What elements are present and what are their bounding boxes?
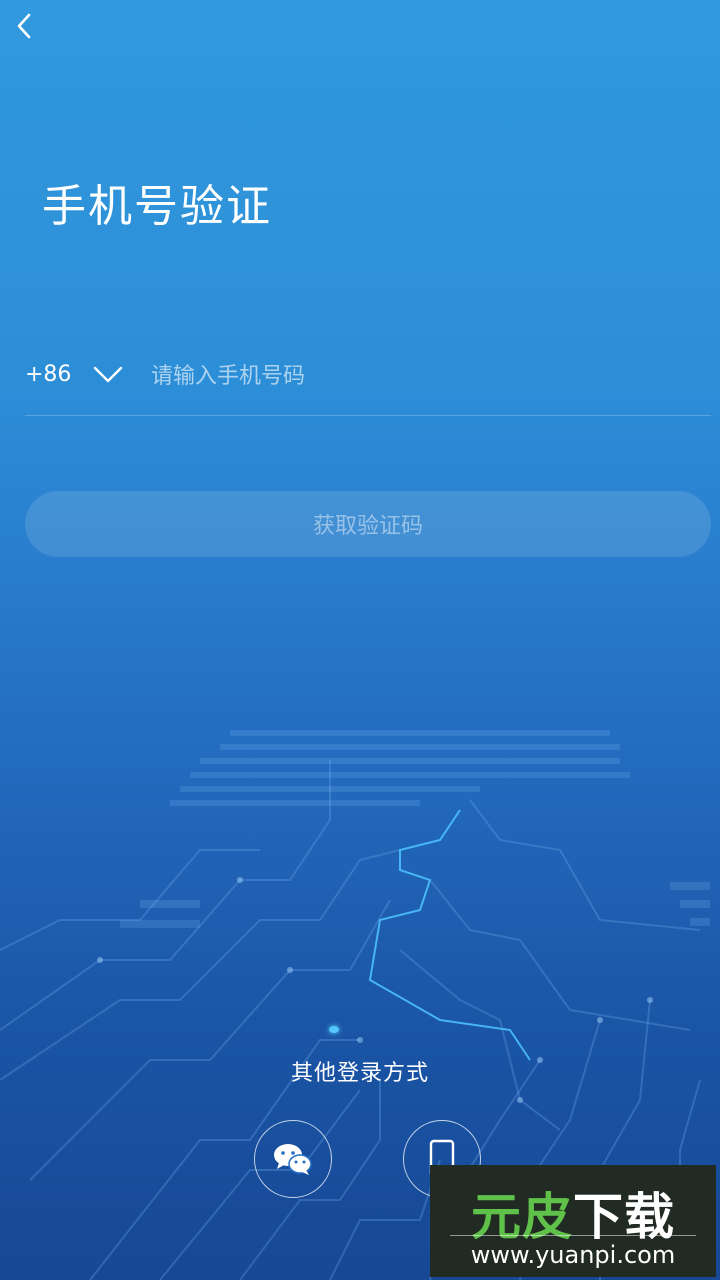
phone-input-row: +86 bbox=[25, 350, 711, 416]
watermark-brand: 元皮下载 bbox=[471, 1188, 675, 1246]
wechat-login-button[interactable] bbox=[254, 1120, 332, 1198]
country-code-selector[interactable]: +86 bbox=[25, 362, 71, 387]
other-login-label: 其他登录方式 bbox=[290, 1061, 429, 1086]
watermark-divider bbox=[450, 1235, 696, 1236]
chevron-down-icon[interactable] bbox=[91, 362, 125, 388]
watermark-url: www.yuanpi.com bbox=[470, 1241, 676, 1269]
phone-number-input[interactable] bbox=[151, 356, 671, 396]
page-title: 手机号验证 bbox=[42, 181, 272, 232]
wechat-icon bbox=[274, 1144, 312, 1175]
glow-dot bbox=[329, 1026, 339, 1033]
input-underline bbox=[25, 415, 711, 416]
watermark-logo: 元皮下载 www.yuanpi.com bbox=[430, 1165, 716, 1277]
get-code-label: 获取验证码 bbox=[312, 514, 423, 539]
back-button[interactable] bbox=[10, 8, 42, 44]
chevron-left-icon bbox=[17, 13, 31, 39]
get-verification-code-button[interactable]: 获取验证码 bbox=[25, 491, 711, 557]
